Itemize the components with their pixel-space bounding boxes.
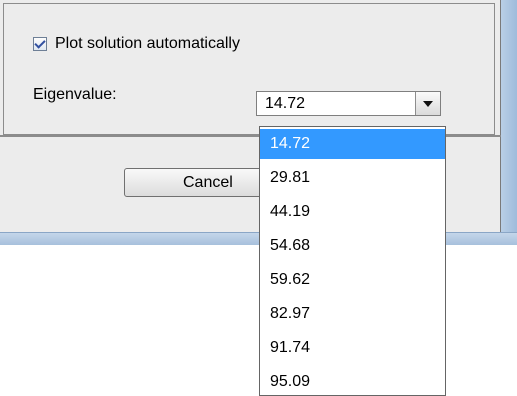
eigenvalue-option[interactable]: 29.81	[260, 163, 445, 193]
cancel-button-label: Cancel	[183, 174, 233, 191]
eigenvalue-option[interactable]: 44.19	[260, 197, 445, 227]
eigenvalue-selected-value: 14.72	[265, 95, 306, 112]
eigenvalue-option[interactable]: 82.97	[260, 299, 445, 329]
plot-solution-label: Plot solution automatically	[55, 35, 240, 52]
window-frame-right	[501, 0, 517, 244]
eigenvalue-option[interactable]: 54.68	[260, 231, 445, 261]
cancel-button[interactable]: Cancel	[124, 168, 275, 197]
eigenvalue-option[interactable]: 59.62	[260, 265, 445, 295]
plot-solution-checkbox[interactable]	[33, 37, 47, 51]
eigenvalue-option[interactable]: 91.74	[260, 333, 445, 363]
eigenvalue-option[interactable]: 14.72	[260, 129, 445, 159]
eigenvalue-label: Eigenvalue:	[33, 86, 117, 103]
eigenvalue-select[interactable]: 14.72	[256, 91, 441, 116]
eigenvalue-option[interactable]: 95.09	[260, 367, 445, 395]
plot-solution-checkbox-row[interactable]: Plot solution automatically	[33, 34, 240, 54]
eigenvalue-dropdown-list[interactable]: 14.72 29.81 44.19 54.68 59.62 82.97 91.7…	[259, 126, 446, 396]
chevron-down-icon[interactable]	[415, 92, 440, 115]
